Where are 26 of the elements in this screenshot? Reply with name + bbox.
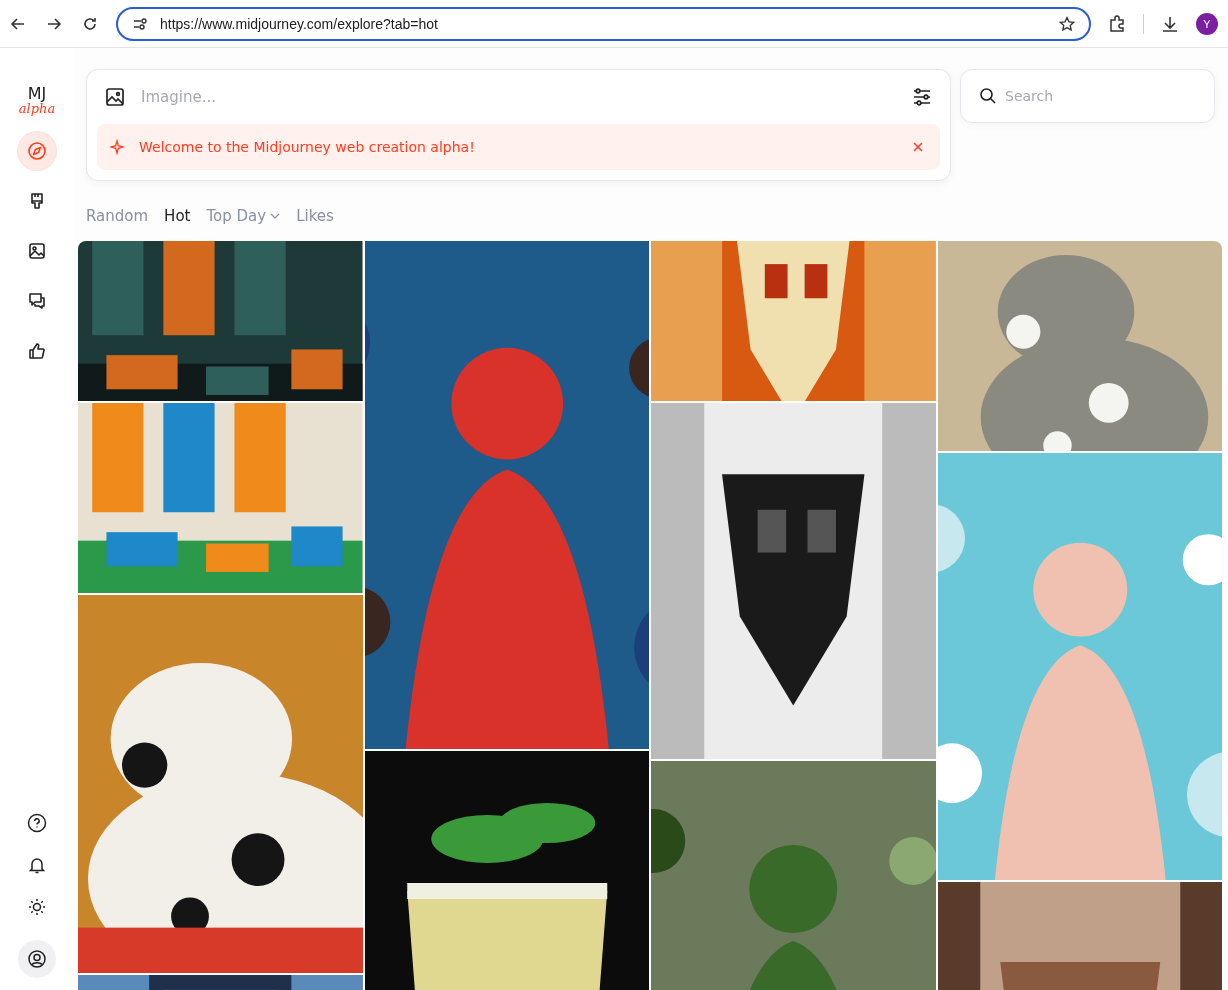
prompt-input[interactable]: Imagine... [139,87,898,107]
close-icon[interactable] [912,141,924,153]
extensions-icon[interactable] [1107,13,1127,34]
filter-tab[interactable]: Hot [164,207,191,225]
address-bar[interactable]: https://www.midjourney.com/explore?tab=hot [116,6,1091,41]
image-icon [27,241,47,261]
profile-avatar[interactable]: Y [1196,12,1218,35]
bookmark-star-icon[interactable] [1059,15,1075,32]
bell-icon [27,855,47,875]
welcome-message: Welcome to the Midjourney web creation alpha! [139,139,476,155]
sun-icon [27,897,47,917]
logo-subtitle: alpha [18,102,56,116]
compass-icon [27,141,47,161]
profile-button[interactable] [18,940,56,978]
sparkle-icon [109,139,125,155]
image-icon[interactable] [105,87,125,107]
help-icon [27,813,47,833]
search-field[interactable]: Search [960,69,1215,123]
logo-text[interactable]: MJ [27,86,47,102]
chat-icon [27,291,47,311]
settings-sliders-icon[interactable] [912,87,932,107]
url-text: https://www.midjourney.com/explore?tab=hot [160,15,439,32]
thumbs-up-icon [27,341,47,361]
site-settings-icon[interactable] [132,15,148,32]
profile-icon [27,949,47,969]
search-icon [978,86,998,106]
